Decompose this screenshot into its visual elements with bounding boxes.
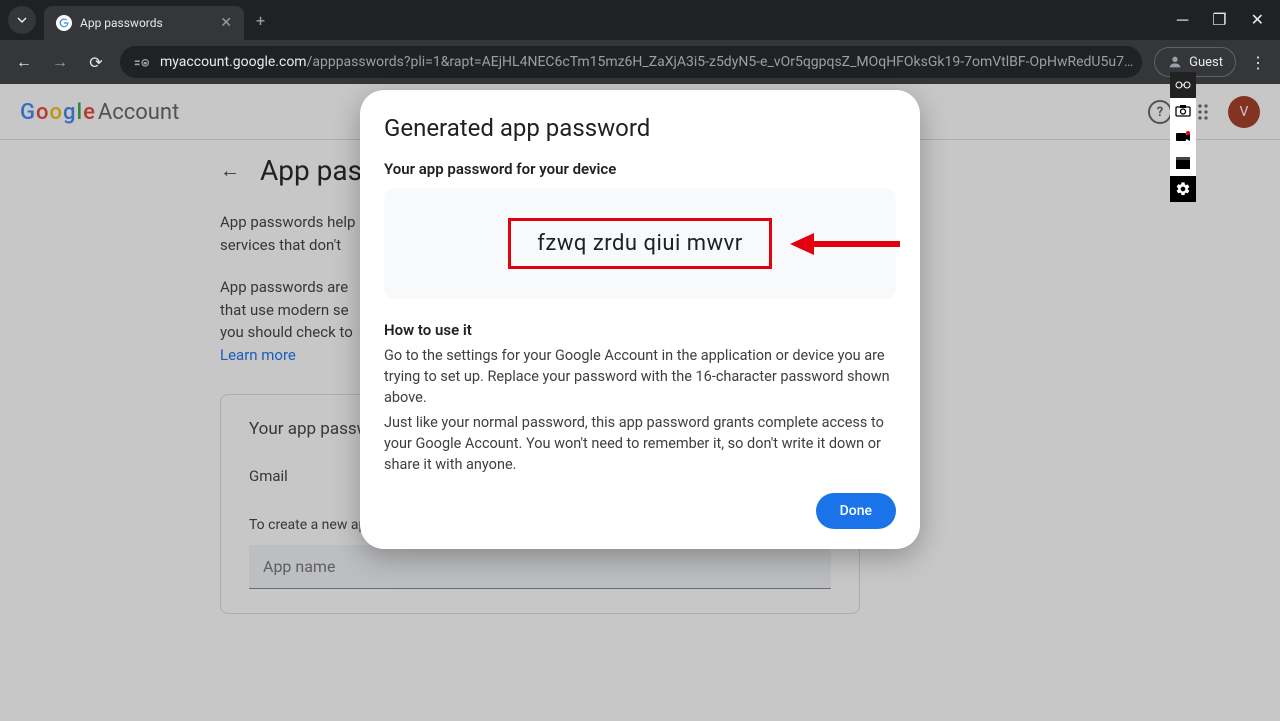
ext-camera-icon[interactable]	[1170, 98, 1196, 124]
browser-menu-icon[interactable]: ⋮	[1248, 53, 1268, 72]
how-to-paragraph-2: Just like your normal password, this app…	[384, 412, 896, 475]
tab-title: App passwords	[80, 16, 163, 30]
extension-toolbar	[1170, 72, 1196, 202]
ext-window-icon[interactable]	[1170, 150, 1196, 176]
ext-video-icon[interactable]	[1170, 124, 1196, 150]
dialog-subtitle: Your app password for your device	[384, 160, 896, 178]
minimize-icon[interactable]: ─	[1177, 10, 1188, 30]
url-text: myaccount.google.com/apppasswords?pli=1&…	[160, 54, 1133, 70]
app-name-input[interactable]	[249, 545, 831, 589]
learn-more-link[interactable]: Learn more	[220, 346, 296, 364]
annotation-arrow-icon	[780, 229, 900, 259]
tab-favicon	[56, 15, 72, 31]
ext-link-icon[interactable]	[1170, 72, 1196, 98]
done-button[interactable]: Done	[816, 493, 896, 529]
generated-password-dialog: Generated app password Your app password…	[360, 90, 920, 549]
password-display-container: fzwq zrdu qiui mwvr	[384, 188, 896, 299]
account-avatar[interactable]: V	[1228, 96, 1260, 128]
back-button[interactable]: ←	[12, 52, 36, 72]
new-tab-button[interactable]: +	[256, 11, 265, 30]
forward-button[interactable]: →	[48, 52, 72, 72]
close-window-icon[interactable]: ✕	[1251, 10, 1264, 30]
browser-toolbar: ← → ⟳ myaccount.google.com/apppasswords?…	[0, 40, 1280, 84]
maximize-icon[interactable]: ❐	[1212, 10, 1226, 30]
browser-tab[interactable]: App passwords ✕	[44, 6, 244, 40]
generated-password[interactable]: fzwq zrdu qiui mwvr	[508, 218, 771, 269]
guest-icon	[1167, 54, 1183, 70]
reload-button[interactable]: ⟳	[84, 53, 108, 72]
browser-tab-strip: App passwords ✕ + ─ ❐ ✕	[0, 0, 1280, 40]
ext-settings-icon[interactable]	[1170, 176, 1196, 202]
window-controls: ─ ❐ ✕	[1177, 10, 1272, 30]
help-icon[interactable]: ?	[1148, 100, 1172, 124]
page-back-arrow[interactable]: ←	[220, 158, 240, 183]
address-bar[interactable]: myaccount.google.com/apppasswords?pli=1&…	[120, 46, 1142, 78]
how-to-paragraph-1: Go to the settings for your Google Accou…	[384, 345, 896, 408]
dialog-title: Generated app password	[384, 114, 896, 142]
tab-close-icon[interactable]: ✕	[220, 15, 232, 31]
site-info-icon[interactable]	[134, 55, 150, 69]
google-account-logo: Google Account	[20, 100, 179, 125]
tab-search-button[interactable]	[8, 6, 36, 34]
how-to-heading: How to use it	[384, 321, 896, 339]
